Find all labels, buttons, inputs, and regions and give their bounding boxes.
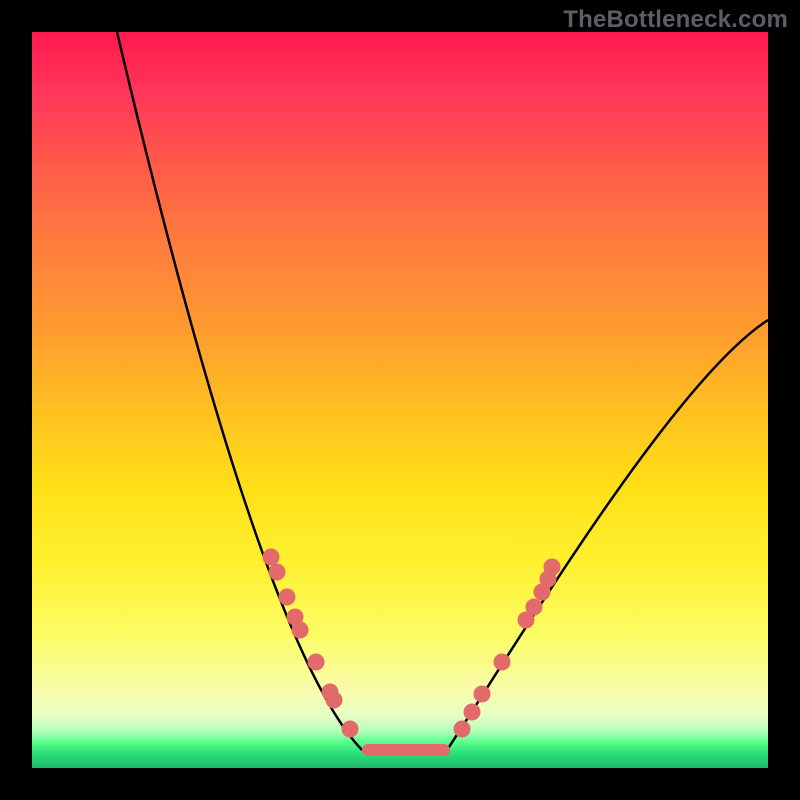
markers-left-group xyxy=(263,549,358,737)
data-point xyxy=(454,721,470,737)
data-point xyxy=(292,622,308,638)
watermark-text: TheBottleneck.com xyxy=(563,6,788,34)
data-point xyxy=(326,692,342,708)
curve-left xyxy=(117,32,362,750)
plot-area xyxy=(32,32,768,768)
data-point xyxy=(464,704,480,720)
markers-right-group xyxy=(454,559,560,737)
chart-svg xyxy=(32,32,768,768)
data-point xyxy=(263,549,279,565)
chart-frame: TheBottleneck.com xyxy=(0,0,800,800)
data-point xyxy=(494,654,510,670)
data-point xyxy=(526,599,542,615)
data-point xyxy=(308,654,324,670)
data-point xyxy=(279,589,295,605)
data-point xyxy=(342,721,358,737)
curve-right xyxy=(447,320,768,750)
data-point xyxy=(269,564,285,580)
data-point xyxy=(474,686,490,702)
data-point xyxy=(544,559,560,575)
bottom-bridge xyxy=(362,744,450,756)
